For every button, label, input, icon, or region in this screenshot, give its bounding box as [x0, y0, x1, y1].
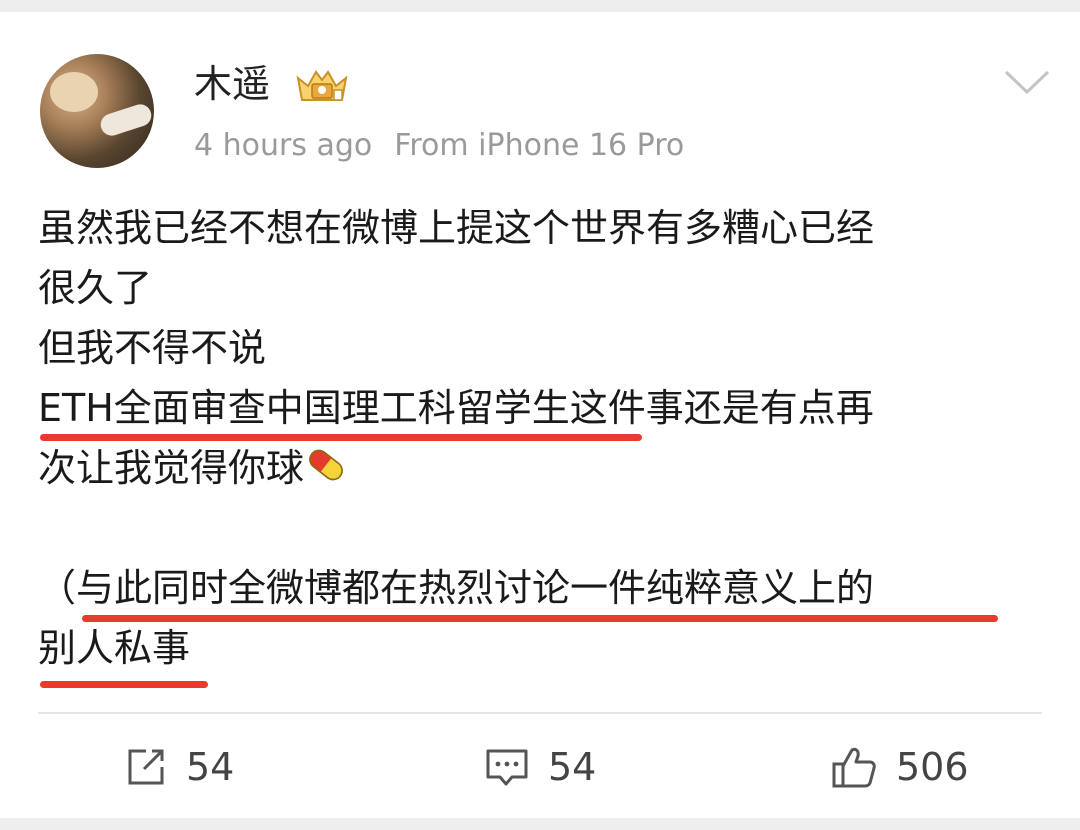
thumbs-up-icon	[832, 747, 876, 788]
post-line: 但我不得不说	[38, 326, 267, 370]
avatar-cat-patch	[50, 72, 98, 112]
highlight-underline	[82, 615, 998, 622]
post-line-blank	[38, 498, 1038, 558]
share-icon	[128, 749, 164, 785]
post-line: 虽然我已经不想在微博上提这个世界有多糟心已经	[38, 206, 875, 250]
comment-count: 54	[548, 745, 597, 789]
post-line-text: 次让我觉得你球	[38, 446, 305, 490]
comment-icon	[486, 749, 528, 786]
vip-crown-badge-icon[interactable]	[294, 66, 350, 106]
post-line: ETH全面审查中国理工科留学生这件事还是有点再	[38, 386, 874, 430]
username[interactable]: 木遥	[194, 60, 270, 108]
weibo-post-card: 木遥 4 hours ago From iPhone 16 Pro 虽然我已经不想…	[0, 12, 1080, 818]
repost-button[interactable]: 54	[124, 742, 234, 792]
like-count: 506	[896, 745, 969, 789]
repost-count: 54	[186, 745, 235, 789]
post-source[interactable]: From iPhone 16 Pro	[394, 128, 684, 163]
divider	[38, 712, 1042, 714]
avatar[interactable]	[40, 54, 154, 168]
post-line: （与此同时全微博都在热烈讨论一件纯粹意义上的	[38, 566, 875, 610]
like-button[interactable]: 506	[830, 742, 969, 792]
highlight-underline	[40, 681, 208, 688]
post-line-with-emoji: 次让我觉得你球	[38, 438, 1038, 498]
avatar-hand	[97, 101, 154, 139]
post-line: 很久了	[38, 266, 153, 310]
comment-button[interactable]: 54	[484, 742, 596, 792]
pill-emoji-icon	[309, 449, 343, 481]
chevron-down-icon[interactable]	[1002, 64, 1052, 100]
post-meta: 4 hours ago From iPhone 16 Pro	[194, 124, 684, 168]
highlight-underline	[40, 434, 642, 441]
post-line: 别人私事	[38, 626, 191, 670]
post-time: 4 hours ago	[194, 128, 373, 163]
